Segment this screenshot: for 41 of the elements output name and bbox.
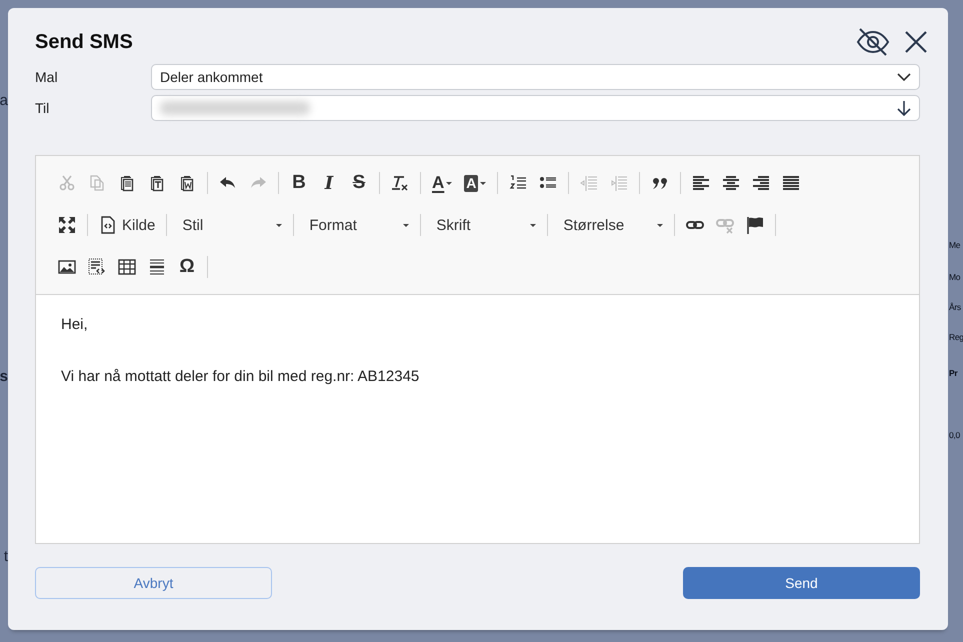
caret-icon: [276, 224, 282, 226]
background-text: 0,0: [949, 430, 960, 440]
italic-button[interactable]: I: [316, 170, 342, 196]
field-label: Mal: [35, 69, 59, 85]
background-text: a: [0, 92, 8, 109]
source-code-icon: [99, 216, 117, 234]
cancel-button[interactable]: Avbryt: [35, 567, 272, 599]
send-button[interactable]: Send: [683, 567, 920, 599]
background-text: s: [0, 368, 8, 385]
background-text: Pr: [949, 368, 958, 378]
field-label: Til: [35, 100, 50, 116]
arrow-down-icon: [897, 100, 911, 116]
background-text: Reg: [949, 332, 963, 342]
special-character-button[interactable]: Ω: [174, 254, 200, 280]
caret-icon: [530, 224, 536, 226]
dropdown[interactable]: Format: [299, 212, 416, 238]
dropdown[interactable]: Skrift: [426, 212, 542, 238]
chevron-down-icon: [897, 73, 911, 81]
message-text: Hei,: [61, 315, 89, 335]
text-color-button[interactable]: A: [428, 170, 456, 196]
source-button[interactable]: Kilde: [95, 212, 160, 238]
close-icon[interactable]: [904, 30, 928, 54]
background-text: t: [4, 548, 8, 565]
dialog-title: Send SMS: [35, 30, 133, 54]
message-editor[interactable]: Hei, Vi har nå mottatt deler for din bil med reg.nr: AB12345: [36, 295, 919, 543]
caret-icon: [403, 224, 410, 226]
dropdown[interactable]: Størrelse: [553, 212, 670, 238]
background-text: Års: [949, 302, 961, 312]
bold-button[interactable]: B: [286, 170, 312, 196]
background-text: Mo: [949, 272, 960, 282]
recipient-field[interactable]: [151, 95, 920, 121]
caret-icon: [657, 224, 664, 226]
template-select[interactable]: Deler ankommet: [151, 64, 920, 90]
caret-icon: [446, 182, 452, 184]
background-text: Me: [949, 240, 960, 250]
background-color-button[interactable]: A: [460, 170, 490, 196]
eye-slash-icon[interactable]: [856, 28, 890, 56]
dropdown[interactable]: Stil: [172, 212, 288, 238]
message-text: Vi har nå mottatt deler for din bil med reg.nr: AB12345: [61, 367, 420, 387]
strikethrough-button[interactable]: S: [346, 170, 372, 196]
caret-icon: [480, 182, 486, 184]
